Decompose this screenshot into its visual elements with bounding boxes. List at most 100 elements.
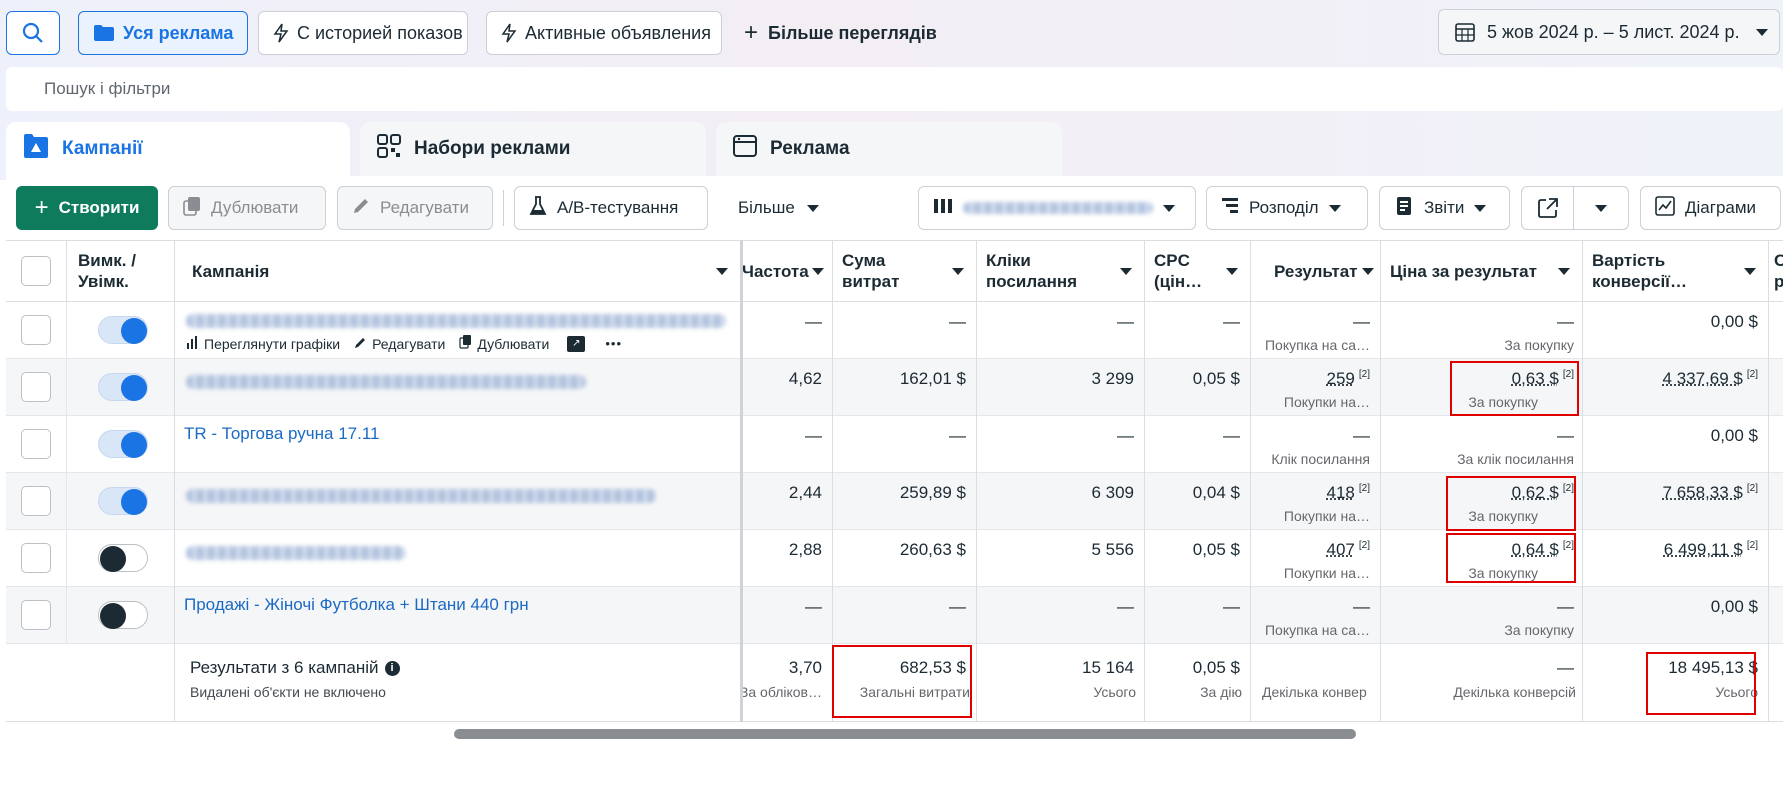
campaign-toggle[interactable] — [98, 430, 148, 458]
reports-button[interactable]: Звіти — [1379, 186, 1510, 230]
cpc-value: — — [1223, 426, 1240, 445]
columns-selector[interactable] — [918, 186, 1196, 230]
redacted-campaign-name[interactable] — [186, 375, 586, 389]
export-icon[interactable] — [1522, 187, 1574, 229]
ab-test-label: A/B-тестування — [557, 198, 679, 217]
chevron-down-icon — [1163, 204, 1175, 212]
export-button-group — [1521, 186, 1629, 230]
view-active-ads[interactable]: Активные объявления — [486, 11, 722, 55]
column-header-extra[interactable]: С р — [1768, 241, 1783, 301]
info-icon[interactable]: i — [384, 660, 400, 676]
summary-cpc: 0,05 $ — [1192, 658, 1240, 677]
redacted-campaign-name[interactable] — [186, 546, 406, 560]
more-actions-button[interactable]: ••• — [605, 336, 622, 351]
column-header-label: С р — [1774, 251, 1783, 291]
column-header-cpc[interactable]: CPC (цін… — [1144, 241, 1250, 301]
view-with-history[interactable]: С историей показов — [258, 11, 468, 55]
row-checkbox[interactable] — [21, 315, 51, 345]
column-header-cost-per-result[interactable]: Ціна за результат — [1380, 241, 1582, 301]
more-views-button[interactable]: + Більше переглядів — [744, 11, 937, 55]
column-header-spend[interactable]: Сума витрат — [832, 241, 976, 301]
create-button[interactable]: + Створити — [16, 186, 158, 230]
table-row[interactable]: TR - Торгова ручна 17.11 — — — — — Клік … — [6, 416, 1783, 473]
duplicate-icon — [183, 196, 201, 221]
conversion-value: 0,00 $ — [1710, 597, 1758, 616]
campaign-name-link[interactable]: Продажі - Жіночі Футболка + Штани 440 гр… — [184, 595, 529, 615]
ad-window-icon — [732, 134, 758, 164]
row-checkbox[interactable] — [21, 543, 51, 573]
campaign-name-link[interactable]: TR - Торгова ручна 17.11 — [184, 424, 380, 444]
reports-label: Звіти — [1424, 198, 1465, 217]
conversion-number: 6 499,11 $ — [1663, 540, 1743, 559]
view-charts-action[interactable]: Переглянути графіки — [186, 335, 340, 352]
edit-button[interactable]: Редагувати — [337, 186, 493, 230]
campaign-toggle[interactable] — [98, 373, 148, 401]
column-header-conversion-value[interactable]: Вартість конверсії… — [1582, 241, 1768, 301]
tab-ad-sets[interactable]: Набори реклами — [360, 122, 706, 176]
conversion-value[interactable]: 4 337,69 $ [2] — [1586, 369, 1758, 389]
search-button[interactable] — [6, 11, 60, 55]
column-divider — [1380, 240, 1381, 722]
toolbar-divider — [503, 190, 504, 226]
table-row[interactable]: Продажі - Жіночі Футболка + Штани 440 гр… — [6, 587, 1783, 644]
results-value[interactable]: 259 [2] — [1254, 369, 1371, 389]
clicks-value: — — [1117, 426, 1134, 445]
search-input[interactable]: Пошук і фільтри — [6, 67, 1783, 111]
column-header-campaign[interactable]: Кампанія — [182, 241, 740, 301]
campaign-toggle[interactable] — [98, 601, 148, 629]
results-value[interactable]: 418 [2] — [1254, 483, 1371, 503]
column-header-frequency[interactable]: Частота — [740, 241, 832, 301]
conversion-value[interactable]: 7 658,33 $ [2] — [1586, 483, 1758, 503]
column-header-results[interactable]: Результат — [1250, 241, 1380, 301]
toggle-knob — [121, 489, 147, 515]
grid-icon — [376, 133, 402, 165]
view-all-ads[interactable]: Уся реклама — [78, 11, 248, 55]
edit-action[interactable]: Редагувати — [354, 336, 445, 352]
results-value: — — [1353, 597, 1370, 616]
select-all-checkbox[interactable] — [21, 256, 51, 286]
export-menu-chevron[interactable] — [1574, 204, 1628, 212]
row-checkbox[interactable] — [21, 372, 51, 402]
row-checkbox[interactable] — [21, 486, 51, 516]
plus-icon: + — [34, 194, 49, 221]
results-number: 259 — [1326, 369, 1355, 388]
ab-test-button[interactable]: A/B-тестування — [514, 186, 708, 230]
more-button[interactable]: Більше — [738, 186, 819, 230]
column-header-label: Кліки посилання — [986, 251, 1078, 291]
campaign-toggle[interactable] — [98, 544, 148, 572]
clicks-value: — — [1117, 312, 1134, 331]
tab-label: Набори реклами — [414, 138, 571, 159]
sort-icon — [1226, 267, 1238, 275]
open-external-icon[interactable]: ↗ — [567, 335, 586, 352]
conversion-value[interactable]: 6 499,11 $ [2] — [1586, 540, 1758, 560]
redacted-campaign-name[interactable] — [186, 314, 726, 328]
conversion-number: 7 658,33 $ — [1662, 483, 1743, 502]
more-views-label: Більше переглядів — [768, 22, 937, 43]
tab-campaigns[interactable]: Кампанії — [6, 122, 350, 176]
toggle-knob — [121, 375, 147, 401]
column-header-clicks[interactable]: Кліки посилання — [976, 241, 1144, 301]
charts-button[interactable]: Діаграми — [1640, 186, 1781, 230]
cpc-value: 0,05 $ — [1192, 540, 1240, 559]
results-value[interactable]: 407 [2] — [1254, 540, 1371, 560]
date-range-picker[interactable]: 5 жов 2024 р. – 5 лист. 2024 р. — [1438, 9, 1780, 55]
frequency-value: — — [805, 597, 822, 616]
duplicate-action[interactable]: Дублювати — [459, 335, 549, 352]
row-checkbox[interactable] — [21, 429, 51, 459]
breakdown-button[interactable]: Розподіл — [1206, 186, 1368, 230]
create-label: Створити — [58, 198, 140, 217]
duplicate-button[interactable]: Дублювати — [168, 186, 326, 230]
tab-ads[interactable]: Реклама — [716, 122, 1062, 176]
spend-value: — — [949, 426, 966, 445]
column-header-onoff[interactable]: Вимк. / Увімк. — [68, 241, 180, 301]
horizontal-scrollbar[interactable] — [454, 729, 1356, 739]
redacted-campaign-name[interactable] — [186, 489, 656, 503]
cpr-subtext: За покупку — [1504, 622, 1574, 638]
campaign-toggle[interactable] — [98, 316, 148, 344]
results-subtext: Клік посилання — [1271, 451, 1370, 467]
row-checkbox[interactable] — [21, 600, 51, 630]
summary-results-subtext: Декілька конвер — [1262, 684, 1367, 700]
footnote-marker: [2] — [1746, 369, 1758, 380]
campaign-toggle[interactable] — [98, 487, 148, 515]
pencil-icon — [354, 336, 367, 352]
